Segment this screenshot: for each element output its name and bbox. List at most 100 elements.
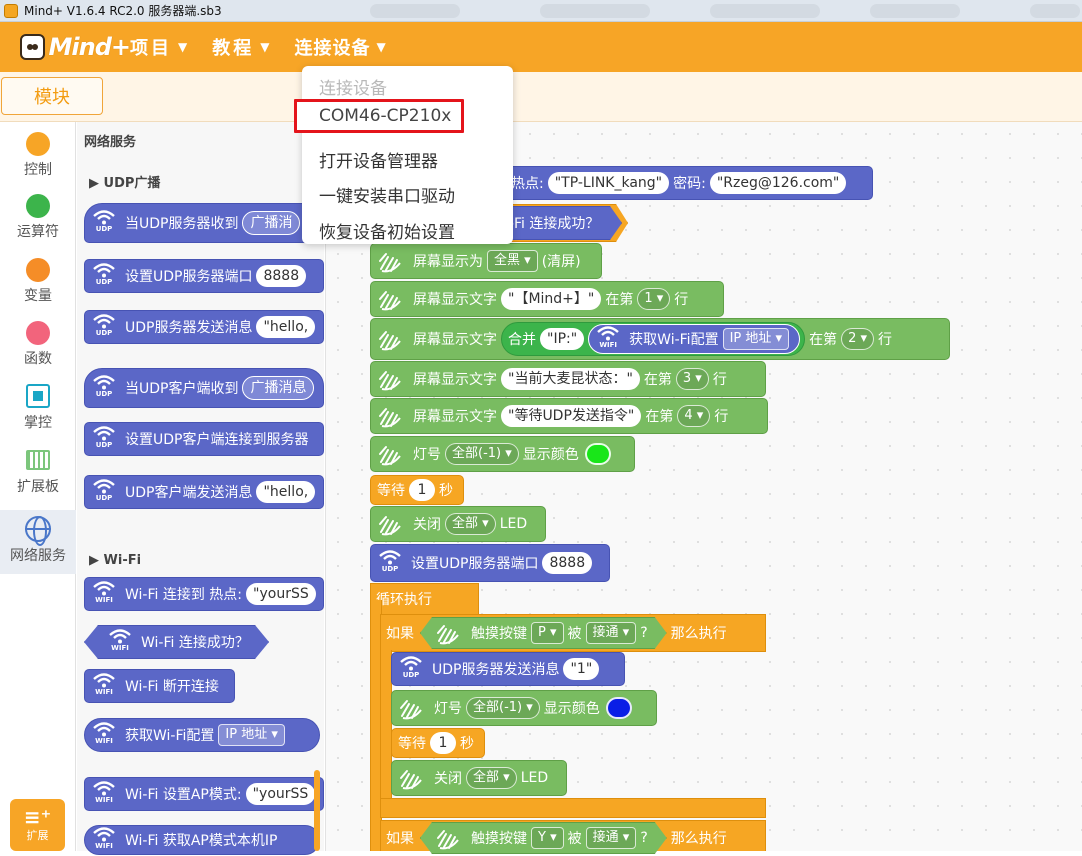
menu-item-install-driver[interactable]: 一键安装串口驱动 (319, 182, 455, 207)
script-block-show-text-3[interactable]: 屏幕显示文字 "当前大麦昆状态：" 在第 3 ▾ 行 (370, 361, 766, 397)
led-target-dropdown[interactable]: 全部 ▾ (445, 513, 496, 535)
script-block-udp-send-1[interactable]: UDP UDP服务器发送消息 "1" (391, 652, 625, 686)
palette-block-wifi-disconnect[interactable]: WIFI Wi-Fi 断开连接 (84, 669, 235, 703)
block-text: LED (499, 516, 528, 532)
script-block-fill-screen[interactable]: 屏幕显示为 全黑 ▾ (清屏) (370, 243, 602, 279)
block-text: 设置UDP服务器端口 (411, 556, 539, 572)
led-target-dropdown[interactable]: 全部 ▾ (466, 767, 517, 789)
row-dropdown[interactable]: 2 ▾ (841, 328, 875, 350)
ssid-input[interactable]: "TP-LINK_kang" (547, 172, 670, 194)
message-input[interactable]: "1" (563, 658, 600, 680)
text-input[interactable]: "IP:" (540, 328, 585, 350)
wifi-icon: WIFI (595, 325, 621, 353)
category-control[interactable]: 控制 (0, 132, 76, 179)
connect-device-menu: 连接设备 COM46-CP210x 打开设备管理器 一键安装串口驱动 恢复设备初… (294, 66, 513, 244)
led-target-dropdown[interactable]: 全部(-1) ▾ (466, 697, 540, 719)
color-swatch-green[interactable] (584, 443, 611, 465)
block-dropdown[interactable]: IP 地址 ▾ (722, 328, 790, 350)
extensions-label: 扩展 (26, 829, 49, 842)
palette-block-udp-client-receive[interactable]: UDP 当UDP客户端收到 广播消息 (84, 368, 324, 408)
blocks-tab[interactable]: 模块 (1, 77, 103, 115)
script-block-led-blue[interactable]: 灯号 全部(-1) ▾ 显示颜色 (391, 690, 657, 726)
flyout-scrollbar[interactable] (314, 770, 320, 851)
menu-tutorial-label: 教程 (212, 38, 255, 59)
text-input[interactable]: "【Mind+】" (501, 288, 602, 310)
touch-key-condition[interactable]: 触摸按键 Y ▾ 被 接通 ▾ ? (420, 822, 667, 854)
block-dropdown[interactable]: 全黑 ▾ (487, 250, 538, 272)
state-dropdown[interactable]: 接通 ▾ (586, 622, 637, 644)
nested-get-wifi-config[interactable]: WIFI 获取Wi-Fi配置 IP 地址 ▾ (588, 324, 801, 354)
block-text: Wi-Fi 获取AP模式本机IP (125, 833, 278, 849)
logo-text: Mind+ (48, 33, 131, 61)
mind-plus-logo[interactable]: Mind+ (20, 33, 131, 61)
board-icon (26, 450, 50, 470)
state-dropdown[interactable]: 接通 ▾ (586, 827, 637, 849)
port-input[interactable]: 8888 (542, 552, 593, 574)
category-variables[interactable]: 变量 (0, 258, 76, 305)
background-tab[interactable] (710, 4, 820, 18)
color-swatch-blue[interactable] (605, 697, 632, 719)
touch-key-condition[interactable]: 触摸按键 P ▾ 被 接通 ▾ ? (420, 617, 667, 649)
block-dropdown[interactable]: IP 地址 ▾ (218, 724, 285, 746)
script-block-show-text-1[interactable]: 屏幕显示文字 "【Mind+】" 在第 1 ▾ 行 (370, 281, 724, 317)
block-text: LED (520, 770, 549, 786)
block-arg[interactable]: 广播消息 (242, 376, 315, 400)
udp-wifi-icon: UDP (398, 655, 424, 683)
script-block-led-green[interactable]: 灯号 全部(-1) ▾ 显示颜色 (370, 436, 635, 472)
wait-input[interactable]: 1 (409, 479, 435, 501)
flyout-title: 网络服务 (84, 135, 137, 150)
row-dropdown[interactable]: 4 ▾ (677, 405, 711, 427)
gesture-hand-icon (435, 825, 463, 851)
palette-block-wifi-connected[interactable]: WIFI Wi-Fi 连接成功？ (84, 625, 269, 659)
menu-tutorial[interactable]: 教程 ▼ (212, 34, 272, 60)
menu-item-open-device-manager[interactable]: 打开设备管理器 (319, 147, 438, 172)
menu-item-com-port[interactable]: COM46-CP210x (294, 99, 465, 133)
menu-item-reset-device[interactable]: 恢复设备初始设置 (319, 218, 455, 243)
palette-block-udp-server-send[interactable]: UDP UDP服务器发送消息 "hello, (84, 310, 324, 344)
palette-block-udp-client-connect[interactable]: UDP 设置UDP客户端连接到服务器 (84, 422, 324, 456)
palette-block-wifi-connect[interactable]: WIFI Wi-Fi 连接到 热点: "yourSS (84, 577, 324, 611)
category-network-service[interactable]: 网络服务 (0, 510, 76, 574)
menu-connect-device[interactable]: 连接设备 ▼ (294, 34, 386, 60)
text-input[interactable]: "当前大麦昆状态：" (501, 368, 640, 390)
text-input[interactable]: "等待UDP发送指令" (501, 405, 642, 427)
block-arg[interactable]: "yourSS (246, 583, 316, 605)
background-tab[interactable] (870, 4, 960, 18)
password-input[interactable]: "Rzeg@126.com" (709, 172, 847, 194)
script-block-show-text-4[interactable]: 屏幕显示文字 "等待UDP发送指令" 在第 4 ▾ 行 (370, 398, 768, 434)
block-arg[interactable]: "hello, (256, 316, 316, 338)
background-tab[interactable] (540, 4, 650, 18)
palette-block-get-wifi-config[interactable]: WIFI 获取Wi-Fi配置 IP 地址 ▾ (84, 718, 320, 752)
palette-block-set-udp-server-port[interactable]: UDP 设置UDP服务器端口 8888 (84, 259, 324, 293)
menu-project[interactable]: 项目 ▼ (130, 34, 190, 60)
script-block-led-off-1[interactable]: 关闭 全部 ▾ LED (370, 506, 546, 542)
category-operators[interactable]: 运算符 (0, 194, 76, 241)
extensions-button[interactable]: ≡⁺ 扩展 (10, 799, 65, 851)
palette-block-udp-client-send[interactable]: UDP UDP客户端发送消息 "hello, (84, 475, 324, 509)
category-functions[interactable]: 函数 (0, 321, 76, 368)
category-handpy[interactable]: 掌控 (0, 384, 76, 432)
block-arg[interactable]: "hello, (256, 481, 316, 503)
row-dropdown[interactable]: 3 ▾ (675, 368, 709, 390)
script-cond-wifi-connected[interactable]: i-Fi 连接成功？ (494, 206, 622, 240)
script-block-wait-1[interactable]: 等待 1 秒 (370, 475, 464, 505)
row-dropdown[interactable]: 1 ▾ (637, 288, 671, 310)
script-block-show-text-2[interactable]: 屏幕显示文字 合并 "IP:" WIFI 获取Wi-Fi配置 IP 地址 ▾ 在… (370, 318, 950, 360)
block-arg[interactable]: 8888 (256, 265, 307, 287)
background-tab[interactable] (1030, 4, 1080, 18)
wait-input[interactable]: 1 (430, 732, 456, 754)
script-block-wait-2[interactable]: 等待 1 秒 (391, 728, 485, 758)
background-tab[interactable] (370, 4, 460, 18)
key-dropdown[interactable]: P ▾ (531, 622, 564, 644)
join-operator-block[interactable]: 合并 "IP:" WIFI 获取Wi-Fi配置 IP 地址 ▾ (501, 322, 806, 356)
wifi-icon: WIFI (91, 780, 117, 808)
category-expansion-board[interactable]: 扩展板 (0, 450, 76, 496)
script-block-set-udp-port[interactable]: UDP 设置UDP服务器端口 8888 (370, 544, 610, 582)
palette-block-udp-server-receive[interactable]: UDP 当UDP服务器收到 广播消 (84, 203, 324, 243)
led-target-dropdown[interactable]: 全部(-1) ▾ (445, 443, 519, 465)
key-dropdown[interactable]: Y ▾ (531, 827, 564, 849)
script-block-led-off-2[interactable]: 关闭 全部 ▾ LED (391, 760, 567, 796)
block-arg[interactable]: "yourSS (245, 783, 316, 805)
block-arg[interactable]: 广播消 (242, 211, 301, 235)
palette-block-wifi-ap-mode[interactable]: WIFI Wi-Fi 设置AP模式: "yourSS (84, 777, 324, 811)
